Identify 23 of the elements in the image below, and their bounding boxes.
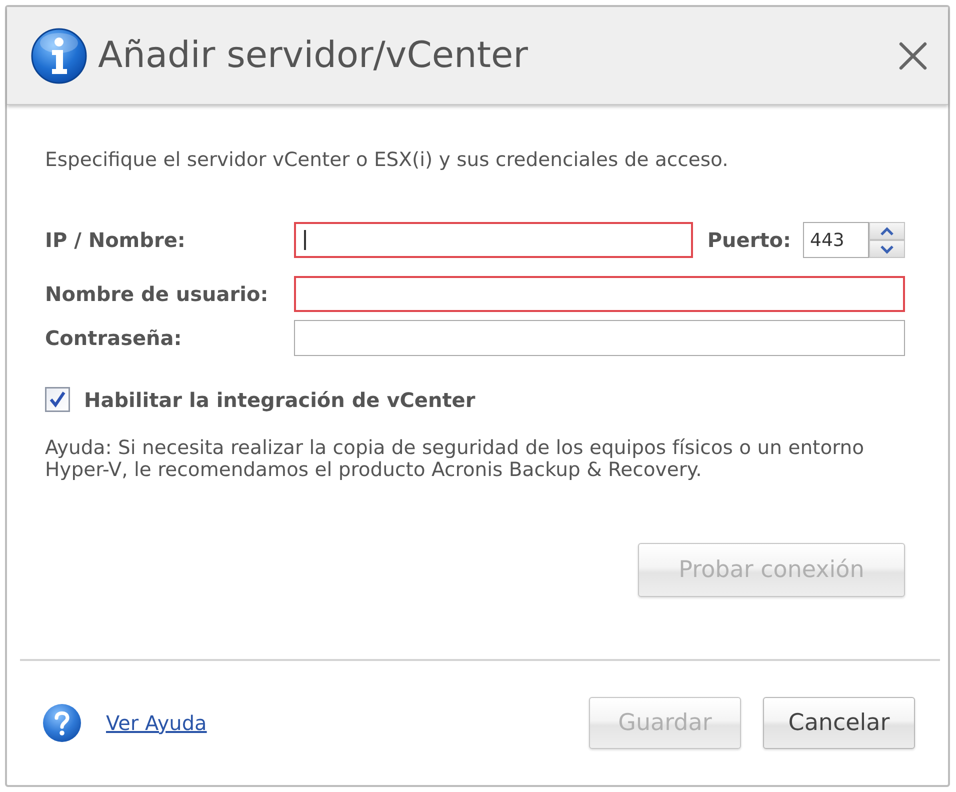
window-title: Añadir servidor/vCenter (98, 34, 528, 78)
description-text: Especifique el servidor vCenter o ESX(i) y sus credenciales de acceso. (45, 149, 730, 171)
help-text: Ayuda: Si necesita realizar la copia de seguridad de los equipos físicos o un entorno Hyper-V, le recomendamos el producto Acronis Backup & Recovery. (45, 437, 866, 481)
close-icon (898, 40, 928, 70)
port-label: Puerto: (707, 227, 791, 253)
help-link[interactable]: Ver Ayuda (106, 708, 207, 738)
spin-up-button[interactable] (869, 222, 905, 240)
field-label: Nombre de usuario: (45, 281, 270, 307)
dialog-button[interactable]: Cancelar (763, 697, 915, 749)
chevron-down-icon (880, 244, 894, 254)
info-icon (30, 26, 88, 84)
checkbox[interactable] (45, 387, 70, 412)
input-field[interactable] (294, 320, 905, 356)
help-icon (42, 703, 82, 743)
chevron-up-icon (880, 226, 894, 236)
checkbox-label: Habilitar la integración de vCenter (84, 388, 476, 412)
field-label: Contraseña: (45, 325, 183, 351)
input-field[interactable] (294, 276, 905, 312)
port-field[interactable]: 443 (803, 222, 869, 258)
input-field[interactable] (294, 222, 694, 258)
close-button[interactable] (898, 40, 928, 70)
spin-down-button[interactable] (869, 240, 905, 258)
field-label: IP / Nombre: (45, 227, 186, 253)
